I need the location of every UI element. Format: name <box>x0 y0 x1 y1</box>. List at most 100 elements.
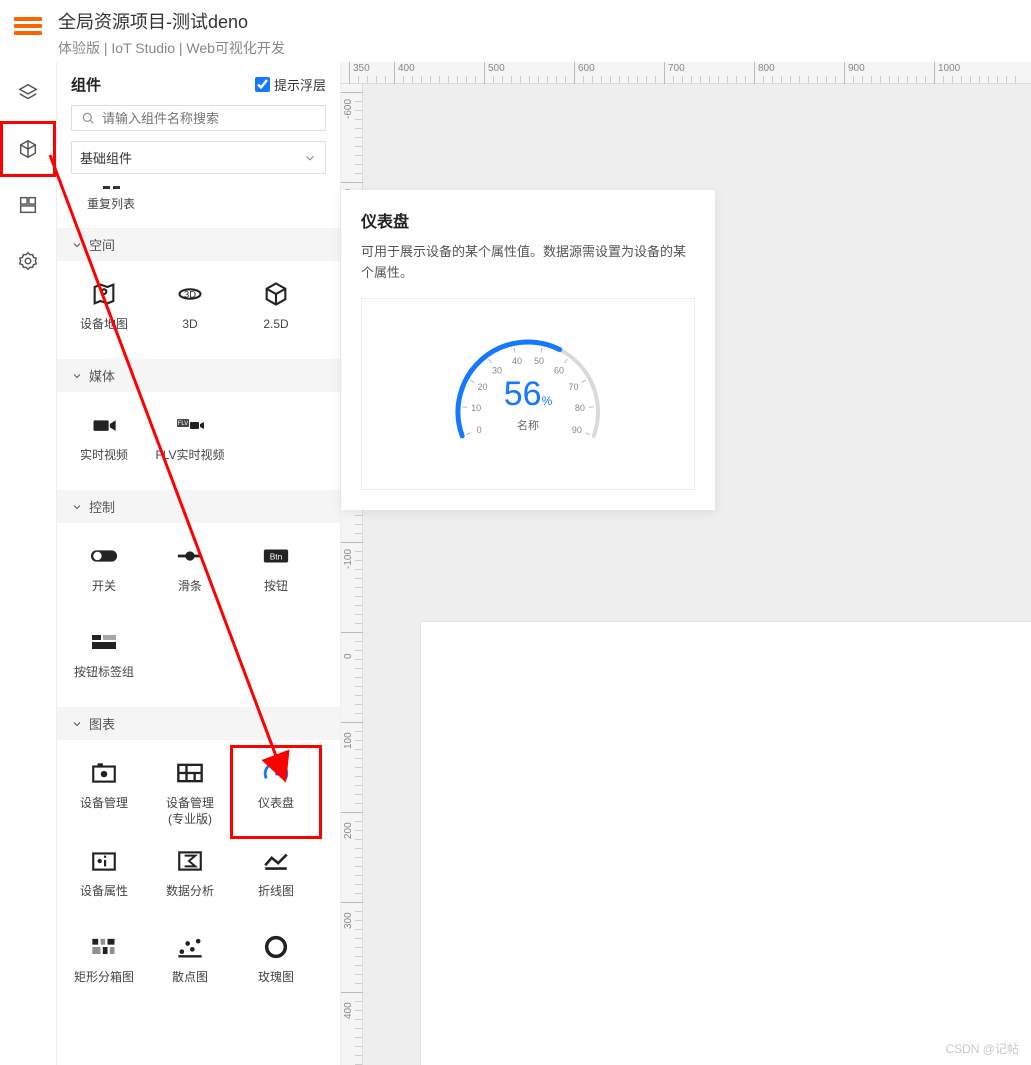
component-label: 开关 <box>92 579 116 595</box>
cube-icon[interactable] <box>3 124 53 174</box>
gauge-preview: 0102030405060708090 56% 名称 <box>428 317 628 477</box>
svg-text:Btn: Btn <box>270 552 283 562</box>
watermark: CSDN @记帖 <box>945 1040 1019 1057</box>
cube-icon <box>258 279 294 309</box>
group-space[interactable]: 空间 <box>57 228 340 261</box>
dash-icon <box>103 186 120 189</box>
component-scatter[interactable]: 散点图 <box>147 922 233 1008</box>
layout-icon[interactable] <box>3 180 53 230</box>
gauge-name: 名称 <box>428 417 628 433</box>
map-pin-icon <box>86 279 122 309</box>
component-data-analysis[interactable]: 数据分析 <box>147 836 233 922</box>
panel-title: 组件 <box>71 74 101 95</box>
gauge-unit: % <box>542 394 553 408</box>
chevron-down-icon <box>71 239 83 251</box>
chevron-down-icon <box>71 501 83 513</box>
gear-icon[interactable] <box>3 236 53 286</box>
menu-icon[interactable] <box>14 14 42 42</box>
search-input[interactable] <box>102 111 317 126</box>
hint-checkbox-input[interactable] <box>255 77 270 92</box>
svg-text:30: 30 <box>492 365 502 375</box>
layers-icon[interactable] <box>3 68 53 118</box>
component-label: 2.5D <box>263 317 288 333</box>
component-device-attr[interactable]: 设备属性 <box>61 836 147 922</box>
search-input-wrap[interactable] <box>71 105 326 131</box>
line-chart-icon <box>258 846 294 876</box>
svg-text:60: 60 <box>554 365 564 375</box>
component-label: 设备地图 <box>80 317 128 333</box>
heatmap-icon <box>86 932 122 962</box>
toggle-icon <box>86 541 122 571</box>
gauge-icon <box>258 758 294 788</box>
component-label: 设备属性 <box>80 884 128 900</box>
component-label: 散点图 <box>172 970 208 986</box>
component-device-mgmt[interactable]: 设备管理 <box>61 748 147 836</box>
svg-text:3D: 3D <box>184 290 196 300</box>
component-label: 重复列表 <box>87 195 135 212</box>
component-switch[interactable]: 开关 <box>61 531 147 617</box>
rotate-3d-icon: 3D <box>172 279 208 309</box>
component-label: 3D <box>182 317 197 333</box>
component-rose[interactable]: 玫瑰图 <box>233 922 319 1008</box>
group-label: 控制 <box>89 497 115 516</box>
info-box-icon <box>86 846 122 876</box>
sigma-icon <box>172 846 208 876</box>
component-label: 仪表盘 <box>258 796 294 812</box>
flv-camera-icon: FLV <box>172 410 208 440</box>
page-subtitle: 体验版 | IoT Studio | Web可视化开发 <box>58 38 285 58</box>
component-repeat-list[interactable]: 重复列表 <box>87 186 135 212</box>
hint-checkbox-label: 提示浮层 <box>274 75 326 94</box>
component-gauge[interactable]: 仪表盘 <box>233 748 319 836</box>
component-3d[interactable]: 3D 3D <box>147 269 233 355</box>
component-line-chart[interactable]: 折线图 <box>233 836 319 922</box>
hint-checkbox[interactable]: 提示浮层 <box>255 75 326 94</box>
ruler-horizontal: 3504005006007008009001000 <box>341 62 1031 84</box>
component-flv-video[interactable]: FLV FLV实时视频 <box>147 400 233 486</box>
component-label: 按钮标签组 <box>74 665 134 681</box>
component-label: 设备管理 <box>80 796 128 812</box>
chevron-down-icon <box>303 151 317 165</box>
category-selected: 基础组件 <box>80 148 132 167</box>
component-2-5d[interactable]: 2.5D <box>233 269 319 355</box>
tabs-icon <box>86 627 122 657</box>
page-title: 全局资源项目-测试deno <box>58 8 285 34</box>
component-label: 设备管理 <box>166 796 214 812</box>
category-select[interactable]: 基础组件 <box>71 141 326 174</box>
component-box-plot[interactable]: 矩形分箱图 <box>61 922 147 1008</box>
button-icon: Btn <box>258 541 294 571</box>
component-label: 玫瑰图 <box>258 970 294 986</box>
svg-text:50: 50 <box>534 356 544 366</box>
chevron-down-icon <box>71 370 83 382</box>
component-btn-tab-group[interactable]: 按钮标签组 <box>61 617 147 703</box>
component-tooltip: 仪表盘 可用于展示设备的某个属性值。数据源需设置为设备的某个属性。 010203… <box>341 190 715 510</box>
device-camera-icon <box>86 758 122 788</box>
component-device-map[interactable]: 设备地图 <box>61 269 147 355</box>
component-label: 按钮 <box>264 579 288 595</box>
component-label: 数据分析 <box>166 884 214 900</box>
tooltip-desc: 可用于展示设备的某个属性值。数据源需设置为设备的某个属性。 <box>361 242 695 284</box>
component-device-mgmt-pro[interactable]: 设备管理 (专业版) <box>147 748 233 836</box>
svg-text:40: 40 <box>512 356 522 366</box>
gauge-value: 56 <box>504 375 542 413</box>
search-icon <box>80 110 96 126</box>
svg-text:FLV: FLV <box>178 421 189 427</box>
group-media[interactable]: 媒体 <box>57 359 340 392</box>
component-slider[interactable]: 滑条 <box>147 531 233 617</box>
canvas[interactable]: 3504005006007008009001000 -600-500-400-3… <box>341 62 1031 1065</box>
donut-icon <box>258 932 294 962</box>
left-rail <box>0 62 56 1065</box>
component-button[interactable]: Btn 按钮 <box>233 531 319 617</box>
component-scroll[interactable]: 重复列表 空间 设备地图 3D 3D 2.5D 媒体 <box>57 184 340 1065</box>
component-label: 折线图 <box>258 884 294 900</box>
canvas-page[interactable] <box>421 622 1031 1065</box>
group-control[interactable]: 控制 <box>57 490 340 523</box>
component-live-video[interactable]: 实时视频 <box>61 400 147 486</box>
component-label: FLV实时视频 <box>155 448 224 464</box>
component-label: 滑条 <box>178 579 202 595</box>
group-label: 图表 <box>89 714 115 733</box>
component-panel: 组件 提示浮层 基础组件 重复列表 空间 <box>56 62 341 1065</box>
group-chart[interactable]: 图表 <box>57 707 340 740</box>
group-label: 空间 <box>89 235 115 254</box>
slider-icon <box>172 541 208 571</box>
component-label: 实时视频 <box>80 448 128 464</box>
